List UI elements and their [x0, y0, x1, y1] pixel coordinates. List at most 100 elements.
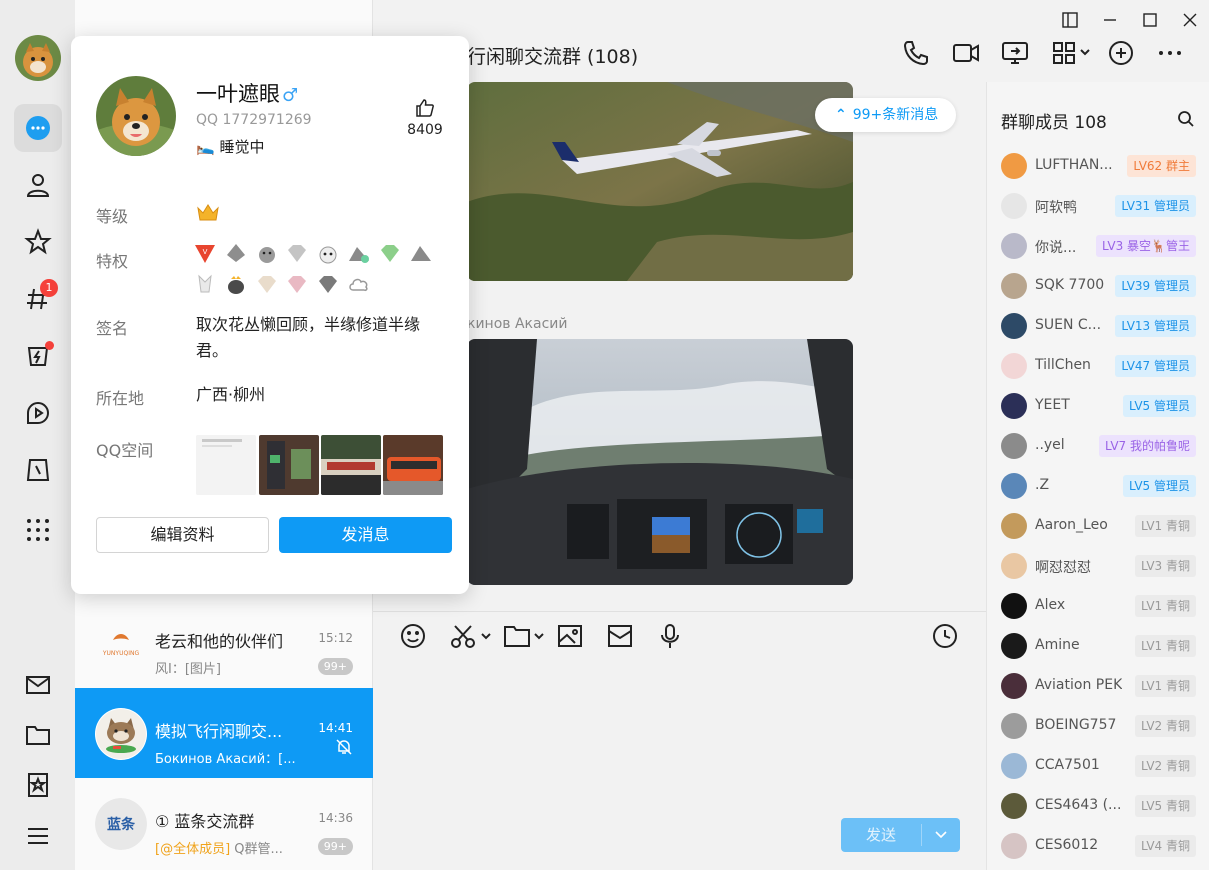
maximize-icon[interactable] [1136, 6, 1164, 34]
message-image-cockpit[interactable] [467, 339, 853, 585]
member-row[interactable]: SQK 7700 LV39 管理员 [987, 266, 1209, 306]
member-avatar [1001, 313, 1027, 339]
member-row[interactable]: 阿软鸭 LV31 管理员 [987, 186, 1209, 226]
video-icon[interactable] [14, 389, 62, 437]
light-diamond-icon [258, 276, 276, 293]
screen-share-icon[interactable] [1000, 38, 1030, 68]
contacts-icon[interactable] [14, 161, 62, 209]
user-avatar[interactable] [15, 35, 61, 81]
member-name: BOEING757 [1035, 717, 1117, 733]
qzone-photo[interactable] [321, 435, 381, 495]
member-row[interactable]: TillChen LV47 管理员 [987, 346, 1209, 386]
message-image-airliner[interactable] [467, 82, 853, 281]
crown-icon [197, 204, 219, 221]
member-row[interactable]: Aaron_Leo LV1 青铜 [987, 506, 1209, 546]
conversation-item-active[interactable]: 模拟飞行闲聊交... 14:41 Бокинов Акасий：[... [75, 688, 373, 778]
unread-count: 99+ [317, 658, 353, 675]
member-row[interactable]: ..yel LV7 我的帕鲁呢 [987, 426, 1209, 466]
screenshot-icon[interactable] [449, 620, 491, 652]
shop-icon[interactable] [14, 446, 62, 494]
add-member-icon[interactable] [1106, 38, 1136, 68]
channel-icon[interactable]: 1 [14, 275, 62, 323]
member-name: CES4643 (... [1035, 797, 1122, 813]
member-role-tag: LV3 暴空🦌管王 [1096, 235, 1196, 257]
emoji-icon[interactable] [399, 620, 427, 652]
messages-icon[interactable] [14, 104, 62, 152]
games-icon[interactable] [14, 332, 62, 380]
male-gender-icon: ♂ [282, 85, 299, 106]
menu-icon[interactable] [14, 812, 62, 860]
member-avatar [1001, 433, 1027, 459]
member-avatar [1001, 353, 1027, 379]
member-row[interactable]: BOEING757 LV2 青铜 [987, 706, 1209, 746]
member-row[interactable]: 你说... LV3 暴空🦌管王 [987, 226, 1209, 266]
preview-text: Q群管... [230, 842, 283, 857]
minimize-icon[interactable] [1096, 6, 1124, 34]
channel-badge: 1 [40, 279, 58, 297]
member-row[interactable]: CCA7501 LV2 青铜 [987, 746, 1209, 786]
member-row[interactable]: YEET LV5 管理员 [987, 386, 1209, 426]
member-avatar [1001, 713, 1027, 739]
member-role-tag: LV39 管理员 [1115, 275, 1196, 297]
favorites-icon[interactable] [14, 218, 62, 266]
edit-profile-button[interactable]: 编辑资料 [96, 517, 269, 553]
microphone-icon[interactable] [656, 620, 684, 652]
conversation-item[interactable]: 蓝条 ① 蓝条交流群 14:36 [@全体成员] Q群管... 99+ [75, 778, 373, 868]
history-clock-icon[interactable] [931, 620, 959, 652]
profile-qq-number: QQ 1772971269 [196, 112, 312, 128]
profile-avatar[interactable] [96, 76, 176, 156]
folder-icon[interactable] [503, 620, 545, 652]
member-role-tag: LV13 管理员 [1115, 315, 1196, 337]
games-dot [45, 341, 54, 350]
chat-title: 行闲聊交流群 (108) [467, 46, 639, 68]
member-row[interactable]: SUEN C... LV13 管理员 [987, 306, 1209, 346]
send-message-button[interactable]: 发消息 [279, 517, 452, 553]
member-avatar [1001, 233, 1027, 259]
files-icon[interactable] [14, 711, 62, 759]
conversation-item[interactable]: YUNYUQING 老云和他的伙伴们 15:12 风I：[图片] 99+ [75, 598, 373, 688]
apps-dropdown-icon[interactable] [1051, 38, 1091, 68]
member-row[interactable]: Alex LV1 青铜 [987, 586, 1209, 626]
send-label: 发送 [865, 826, 896, 844]
member-avatar [1001, 273, 1027, 299]
qzone-photo[interactable] [259, 435, 319, 495]
member-avatar [1001, 513, 1027, 539]
member-row[interactable]: .Z LV5 管理员 [987, 466, 1209, 506]
image-icon[interactable] [556, 620, 584, 652]
member-row[interactable]: Amine LV1 青铜 [987, 626, 1209, 666]
member-avatar [1001, 393, 1027, 419]
send-button[interactable]: 发送 [841, 818, 960, 852]
member-name: Aaron_Leo [1035, 517, 1108, 533]
mail-icon[interactable] [14, 661, 62, 709]
conversation-time: 15:12 [318, 631, 353, 645]
close-icon[interactable] [1176, 6, 1204, 34]
new-messages-button[interactable]: ⌃ 99+条新消息 [815, 98, 957, 132]
location-label: 所在地 [96, 389, 145, 408]
member-avatar [1001, 753, 1027, 779]
phone-icon[interactable] [901, 38, 931, 68]
profile-name: 一叶遮眼 ♂ [196, 78, 298, 108]
sidebar-toggle-icon[interactable] [1056, 6, 1084, 34]
member-row[interactable]: CES6012 LV4 青铜 [987, 826, 1209, 866]
red-packet-icon[interactable] [606, 620, 634, 652]
member-role-tag: LV1 青铜 [1134, 595, 1196, 617]
search-icon[interactable] [1177, 110, 1195, 128]
more-options-icon[interactable] [1155, 38, 1185, 68]
penguin-crown-icon [228, 276, 244, 294]
member-avatar [1001, 793, 1027, 819]
video-call-icon[interactable] [951, 38, 981, 68]
member-row[interactable]: Aviation PEK LV1 青铜 [987, 666, 1209, 706]
qzone-photo[interactable] [196, 435, 256, 495]
more-apps-icon[interactable] [14, 506, 62, 554]
double-chevron-up-icon: ⌃ [835, 107, 847, 123]
collection-icon[interactable] [14, 761, 62, 809]
member-row[interactable]: 啊怼怼怼 LV3 青铜 [987, 546, 1209, 586]
qzone-photo[interactable] [383, 435, 443, 495]
conversation-name: 模拟飞行闲聊交... [155, 722, 283, 741]
member-row[interactable]: CES4643 (... LV5 青铜 [987, 786, 1209, 826]
group-avatar [95, 708, 147, 760]
member-row[interactable]: LUFTHAN... LV62 群主 [987, 146, 1209, 186]
like-button[interactable]: 8409 [402, 98, 448, 138]
privilege-label: 特权 [96, 252, 129, 271]
send-options-chevron-icon[interactable] [922, 818, 960, 852]
